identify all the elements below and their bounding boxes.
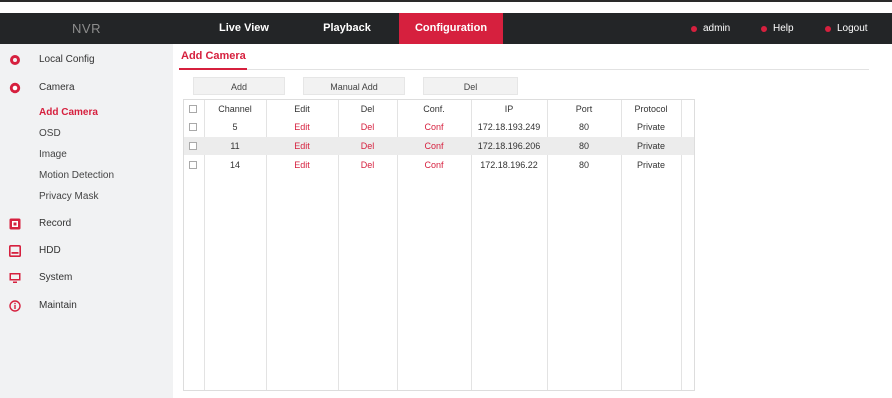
cell-channel: 5 <box>232 122 238 132</box>
top-navigation-bar: NVR Live View Playback Configuration adm… <box>0 13 892 44</box>
sidebar-item-label: System <box>39 272 73 283</box>
sidebar-item-camera[interactable]: Camera <box>0 76 173 100</box>
edit-link[interactable]: Edit <box>268 139 336 153</box>
config-link[interactable]: Conf <box>399 139 469 153</box>
help-icon <box>761 25 767 32</box>
row-checkbox[interactable] <box>189 142 197 150</box>
header-ip[interactable]: IP <box>473 102 545 116</box>
tab-divider <box>179 69 869 70</box>
cell-channel: 11 <box>230 141 240 151</box>
tab-add-camera[interactable]: Add Camera <box>181 50 246 62</box>
help-link[interactable]: Help <box>761 13 794 44</box>
cell-protocol: Private <box>636 160 665 170</box>
cell-protocol: Private <box>636 122 665 132</box>
sidebar-item-local-config[interactable]: Local Config <box>0 48 173 72</box>
header-edit[interactable]: Edit <box>268 102 336 116</box>
delete-link[interactable]: Del <box>340 158 395 172</box>
sidebar: Local Config Camera Add Camera OSD Image… <box>0 44 173 398</box>
nav-tab-live-view[interactable]: Live View <box>193 13 295 44</box>
sidebar-item-label: Local Config <box>39 54 95 65</box>
camera-table: Channel Edit Del Conf. IP Port Protocol … <box>183 99 695 391</box>
cell-port: 80 <box>578 141 589 151</box>
top-border <box>0 0 892 2</box>
info-icon <box>9 300 21 312</box>
cell-port: 80 <box>578 160 589 170</box>
record-icon <box>9 218 21 230</box>
cell-ip: 172.18.193.249 <box>477 122 541 132</box>
cell-ip: 172.18.196.206 <box>477 141 541 151</box>
main-content: Add Camera Add Manual Add Del Channel Ed… <box>173 44 892 398</box>
cell-port: 80 <box>578 122 589 132</box>
sidebar-item-record[interactable]: Record <box>0 212 173 236</box>
monitor-icon <box>9 272 21 284</box>
add-button[interactable]: Add <box>193 77 285 95</box>
logout-label: Logout <box>837 23 868 34</box>
sidebar-subitem-motion-detection[interactable]: Motion Detection <box>39 166 114 186</box>
sidebar-item-label: Maintain <box>39 300 77 311</box>
camera-icon <box>9 82 21 94</box>
user-icon <box>691 25 697 32</box>
sidebar-subitem-osd[interactable]: OSD <box>39 124 61 144</box>
sidebar-subitem-image[interactable]: Image <box>39 145 67 165</box>
user-name: admin <box>703 23 731 34</box>
header-conf[interactable]: Conf. <box>399 102 469 116</box>
select-all-checkbox[interactable] <box>189 105 197 113</box>
header-port[interactable]: Port <box>549 102 619 116</box>
nav-tab-playback[interactable]: Playback <box>296 13 398 44</box>
row-checkbox[interactable] <box>189 161 197 169</box>
edit-link[interactable]: Edit <box>268 158 336 172</box>
gear-icon <box>9 54 21 66</box>
help-label: Help <box>773 23 794 34</box>
header-channel[interactable]: Channel <box>206 102 264 116</box>
delete-link[interactable]: Del <box>340 139 395 153</box>
nav-tab-configuration[interactable]: Configuration <box>399 13 503 44</box>
logout-icon <box>825 25 831 32</box>
config-link[interactable]: Conf <box>399 120 469 134</box>
header-protocol[interactable]: Protocol <box>623 102 679 116</box>
delete-link[interactable]: Del <box>340 120 395 134</box>
row-checkbox[interactable] <box>189 123 197 131</box>
header-del[interactable]: Del <box>340 102 395 116</box>
user-account-link[interactable]: admin <box>691 13 730 44</box>
sidebar-item-label: Camera <box>39 82 75 93</box>
manual-add-button[interactable]: Manual Add <box>303 77 405 95</box>
sidebar-item-label: Record <box>39 218 72 229</box>
cell-channel: 14 <box>229 160 240 170</box>
active-tab-indicator <box>179 68 247 70</box>
sidebar-item-hdd[interactable]: HDD <box>0 239 173 263</box>
config-link[interactable]: Conf <box>399 158 469 172</box>
sidebar-subitem-privacy-mask[interactable]: Privacy Mask <box>39 187 98 207</box>
cell-ip: 172.18.196.22 <box>480 160 538 170</box>
logout-link[interactable]: Logout <box>825 13 868 44</box>
sidebar-subitem-add-camera[interactable]: Add Camera <box>39 103 98 123</box>
sidebar-item-maintain[interactable]: Maintain <box>0 294 173 318</box>
delete-button[interactable]: Del <box>423 77 518 95</box>
cell-protocol: Private <box>636 141 665 151</box>
sidebar-item-label: HDD <box>39 245 61 256</box>
sidebar-item-system[interactable]: System <box>0 266 173 290</box>
hdd-icon <box>9 245 21 257</box>
edit-link[interactable]: Edit <box>268 120 336 134</box>
app-logo: NVR <box>72 21 101 36</box>
